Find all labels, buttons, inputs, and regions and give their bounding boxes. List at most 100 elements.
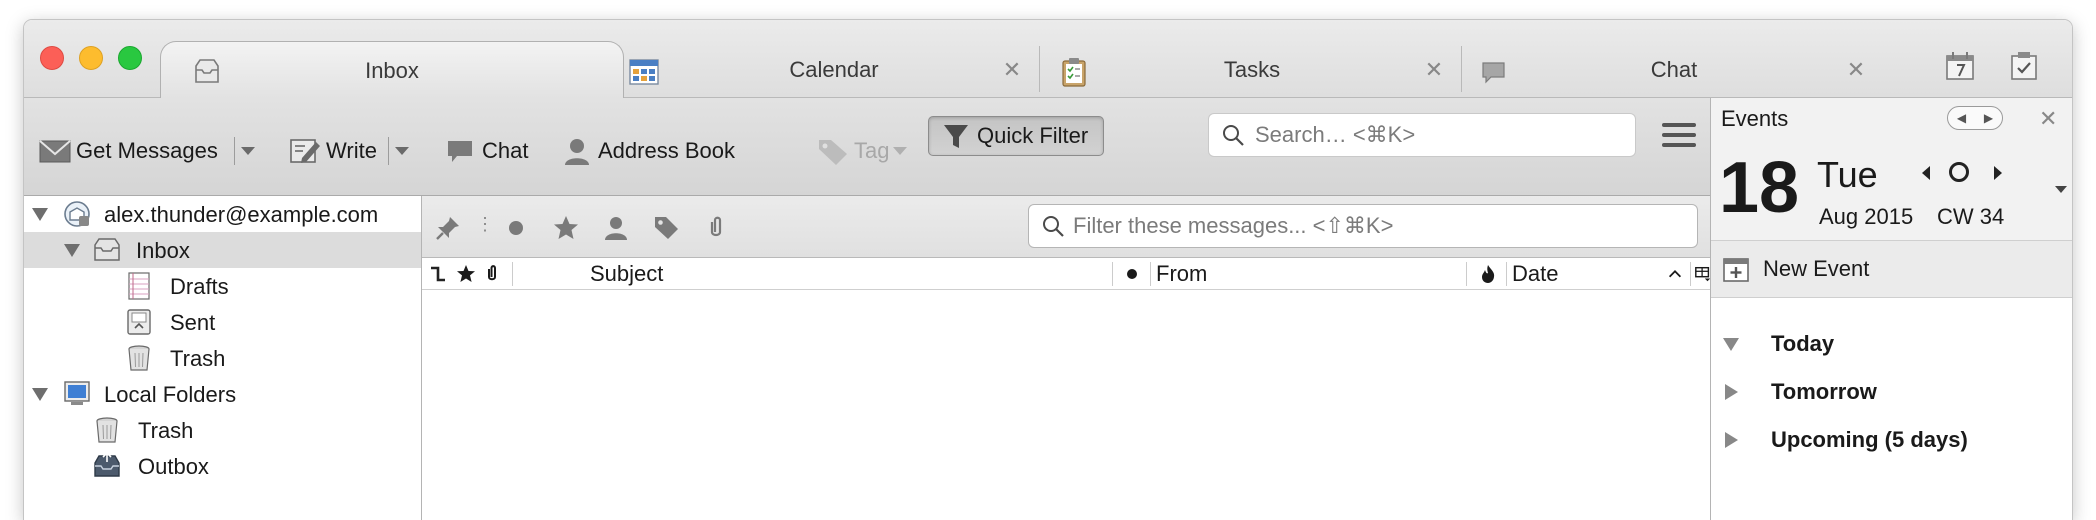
folder-row-account[interactable]: alex.thunder@example.com: [24, 196, 421, 232]
filter-messages-input[interactable]: Filter these messages... <⇧⌘K>: [1028, 204, 1698, 248]
tag-icon[interactable]: [652, 214, 680, 242]
new-event-icon: [1723, 258, 1749, 282]
twisty-closed-icon[interactable]: [1725, 432, 1738, 448]
new-event-label: New Event: [1763, 256, 1870, 281]
global-search-input[interactable]: Search… <⌘K>: [1208, 113, 1636, 157]
folder-row-drafts[interactable]: Drafts: [24, 268, 421, 304]
pin-icon[interactable]: [434, 214, 462, 242]
window-close-button[interactable]: [40, 46, 64, 70]
close-icon[interactable]: ✕: [1422, 58, 1446, 82]
calendar-week: CW 34: [1937, 204, 2005, 229]
events-header: Events ◀ ▶ ✕: [1711, 98, 2072, 140]
tab-chat[interactable]: Chat ✕: [1464, 42, 1884, 98]
tag-button[interactable]: Tag: [816, 134, 908, 168]
folder-row-outbox[interactable]: Outbox: [24, 448, 421, 484]
paperclip-icon[interactable]: [702, 214, 730, 242]
flame-icon: [1482, 265, 1495, 283]
address-book-button[interactable]: Address Book: [560, 134, 735, 168]
calendar-toggle-icon[interactable]: [1944, 50, 1976, 82]
sent-icon: [127, 309, 151, 335]
close-icon[interactable]: ✕: [1844, 58, 1868, 82]
twisty-open-icon[interactable]: [32, 208, 48, 221]
thread-icon: [431, 266, 445, 282]
events-view-switcher[interactable]: ◀ ▶: [1947, 106, 2003, 130]
folder-row-trash[interactable]: Trash: [24, 340, 421, 376]
selected-month-year: Aug 2015: [1819, 204, 1914, 229]
write-dropdown[interactable]: [388, 134, 416, 168]
selected-weekday: Tue: [1817, 154, 1878, 195]
today-button[interactable]: [1949, 162, 1969, 182]
chevron-down-icon[interactable]: [2055, 186, 2067, 193]
twisty-open-icon[interactable]: [64, 244, 80, 257]
events-group-today[interactable]: Today: [1711, 324, 2072, 364]
message-list-header: Subject From Date: [422, 258, 1711, 290]
tab-label: Chat: [1650, 57, 1698, 82]
star-icon: [457, 265, 475, 282]
folder-row-inbox[interactable]: Inbox: [24, 232, 421, 268]
previous-day-icon[interactable]: [1919, 164, 1933, 182]
message-pane: ⋮ Filter these messages... <⇧⌘K> Subject…: [422, 196, 1711, 520]
from-column-label: From: [1156, 261, 1208, 286]
trash-icon: [96, 417, 118, 443]
quick-filter-label: Quick Filter: [977, 123, 1089, 148]
folder-label: Inbox: [136, 238, 190, 263]
chat-label: Chat: [482, 138, 529, 163]
folder-label: Outbox: [138, 454, 209, 479]
star-icon[interactable]: [552, 214, 580, 242]
get-messages-button[interactable]: Get Messages: [38, 134, 218, 168]
folder-label: Trash: [138, 418, 194, 443]
folder-label: Local Folders: [104, 382, 237, 407]
folder-row-local-folders[interactable]: Local Folders: [24, 376, 421, 412]
twisty-closed-icon[interactable]: [1725, 384, 1738, 400]
tab-inbox[interactable]: Inbox: [160, 41, 624, 99]
quick-filter-button[interactable]: Quick Filter: [928, 116, 1104, 156]
inbox-icon: [94, 238, 120, 261]
events-pane: Events ◀ ▶ ✕ 18 Tue Aug 2015 CW 34 New E…: [1710, 98, 2072, 520]
starred-column-header[interactable]: [456, 258, 476, 290]
write-button[interactable]: Write: [288, 134, 377, 168]
chevron-up-icon: [1668, 270, 1682, 278]
tab-tasks[interactable]: Tasks ✕: [1042, 42, 1462, 98]
unread-dot-icon[interactable]: [502, 214, 530, 242]
column-separator: [1150, 262, 1151, 286]
thunderbird-window: Inbox Calendar ✕ Tasks ✕ Chat ✕ Get Mess…: [24, 20, 2072, 520]
tab-calendar[interactable]: Calendar ✕: [628, 42, 1040, 98]
tab-label: Tasks: [1223, 57, 1281, 82]
folder-row-local-trash[interactable]: Trash: [24, 412, 421, 448]
app-menu-button[interactable]: [1662, 123, 1696, 151]
close-icon[interactable]: ✕: [1000, 58, 1024, 82]
unread-column-header[interactable]: [1122, 258, 1142, 290]
junk-column-header[interactable]: [1478, 258, 1498, 290]
events-group-upcoming[interactable]: Upcoming (5 days): [1711, 420, 2072, 460]
get-messages-dropdown[interactable]: [234, 134, 262, 168]
contact-icon[interactable]: [602, 214, 630, 242]
next-day-icon[interactable]: [1991, 164, 2005, 182]
twisty-open-icon[interactable]: [1723, 338, 1739, 351]
twisty-open-icon[interactable]: [32, 388, 48, 401]
address-book-label: Address Book: [598, 138, 735, 163]
date-column-label: Date: [1512, 261, 1559, 286]
filter-placeholder: Filter these messages... <⇧⌘K>: [1073, 213, 1394, 238]
drafts-icon: [128, 272, 150, 300]
chevron-down-icon: [241, 147, 255, 155]
close-icon[interactable]: ✕: [2039, 106, 2057, 132]
outbox-icon: [94, 451, 120, 477]
subject-column-header[interactable]: Subject: [590, 258, 663, 290]
thread-column-header[interactable]: [428, 258, 448, 290]
separator-dots: ⋮: [476, 214, 494, 234]
from-column-header[interactable]: From: [1156, 258, 1207, 290]
date-column-header[interactable]: Date: [1512, 258, 1558, 290]
events-group-tomorrow[interactable]: Tomorrow: [1711, 372, 2072, 412]
column-separator: [1112, 262, 1113, 286]
attachment-column-header[interactable]: [482, 258, 502, 290]
chat-bubble-icon: [448, 141, 472, 162]
sort-ascending-indicator: [1666, 258, 1684, 290]
chevron-right-icon[interactable]: ▶: [1984, 111, 1993, 125]
tasks-toggle-icon[interactable]: [2008, 50, 2040, 82]
new-event-button[interactable]: New Event: [1711, 240, 2072, 298]
window-zoom-button[interactable]: [118, 46, 142, 70]
chat-button[interactable]: Chat: [444, 134, 528, 168]
folder-row-sent[interactable]: Sent: [24, 304, 421, 340]
chevron-left-icon[interactable]: ◀: [1957, 111, 1966, 125]
window-minimize-button[interactable]: [79, 46, 103, 70]
